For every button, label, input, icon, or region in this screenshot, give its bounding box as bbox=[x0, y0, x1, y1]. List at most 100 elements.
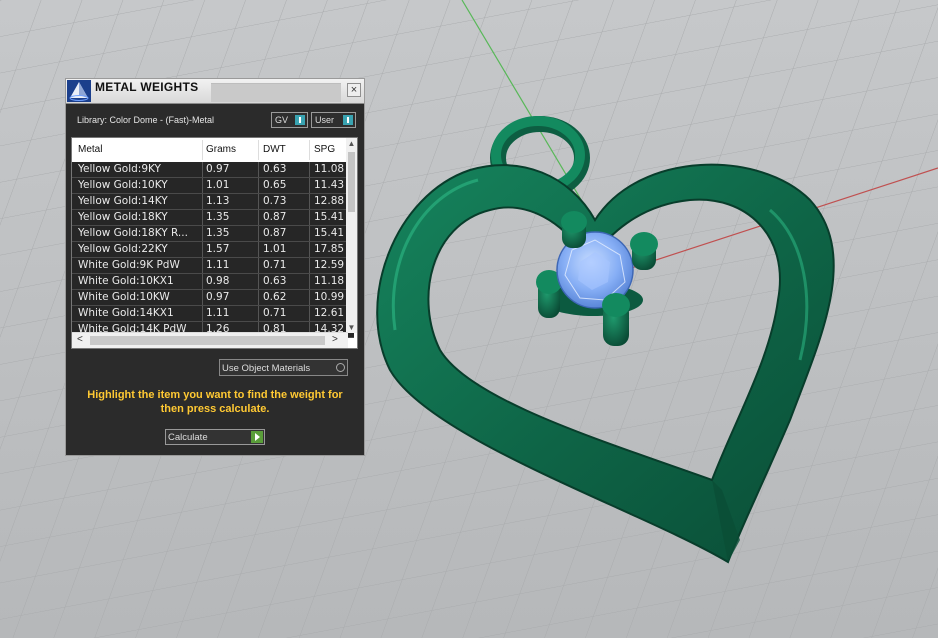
cell-grams: 1.35 bbox=[206, 227, 230, 239]
column-divider bbox=[202, 258, 203, 273]
column-divider bbox=[202, 274, 203, 289]
column-divider bbox=[202, 194, 203, 209]
table-header: Metal Grams DWT SPG bbox=[72, 138, 354, 163]
horizontal-scrollbar[interactable]: < > bbox=[72, 332, 348, 348]
cell-dwt: 1.01 bbox=[263, 243, 287, 255]
column-divider bbox=[258, 210, 259, 225]
cell-grams: 1.35 bbox=[206, 211, 230, 223]
column-divider bbox=[258, 306, 259, 321]
cell-grams: 1.13 bbox=[206, 195, 230, 207]
toggle-switch-icon bbox=[295, 115, 305, 125]
column-divider bbox=[202, 178, 203, 193]
cell-dwt: 0.71 bbox=[263, 259, 287, 271]
scroll-up-icon[interactable]: ▲ bbox=[346, 138, 357, 149]
cell-grams: 0.97 bbox=[206, 163, 230, 175]
play-arrow-icon bbox=[251, 431, 263, 443]
header-spg[interactable]: SPG bbox=[314, 144, 335, 155]
cell-metal: Yellow Gold:22KY bbox=[78, 243, 168, 255]
panel-titlebar[interactable]: METAL WEIGHTS × bbox=[66, 79, 364, 104]
column-divider bbox=[258, 258, 259, 273]
table-row[interactable]: White Gold:10KX1 0.98 0.63 11.18 bbox=[72, 274, 354, 290]
column-divider bbox=[309, 210, 310, 225]
table-row[interactable]: Yellow Gold:22KY 1.57 1.01 17.85 bbox=[72, 242, 354, 258]
vertical-scroll-thumb[interactable] bbox=[348, 152, 355, 212]
cell-grams: 0.98 bbox=[206, 275, 230, 287]
cell-metal: Yellow Gold:9KY bbox=[78, 163, 161, 175]
column-divider bbox=[258, 290, 259, 305]
column-divider bbox=[258, 242, 259, 257]
cell-metal: Yellow Gold:18KY bbox=[78, 211, 168, 223]
cell-dwt: 0.63 bbox=[263, 163, 287, 175]
cell-metal: White Gold:10KW bbox=[78, 291, 170, 303]
cell-metal: Yellow Gold:18KY R... bbox=[78, 227, 188, 239]
cell-dwt: 0.63 bbox=[263, 275, 287, 287]
table-row[interactable]: White Gold:14KX1 1.11 0.71 12.61 bbox=[72, 306, 354, 322]
header-grams[interactable]: Grams bbox=[206, 144, 236, 155]
3d-viewport[interactable]: METAL WEIGHTS × Library: Color Dome - (F… bbox=[0, 0, 938, 638]
gv-toggle[interactable]: GV bbox=[271, 112, 308, 128]
header-metal[interactable]: Metal bbox=[78, 144, 102, 155]
column-divider bbox=[309, 226, 310, 241]
column-divider bbox=[309, 178, 310, 193]
table-row[interactable]: Yellow Gold:9KY 0.97 0.63 11.08 bbox=[72, 162, 354, 178]
metal-weights-panel: METAL WEIGHTS × Library: Color Dome - (F… bbox=[65, 78, 365, 456]
cell-grams: 1.11 bbox=[206, 259, 230, 271]
scroll-right-icon[interactable]: > bbox=[332, 334, 338, 345]
table-row[interactable]: White Gold:9K PdW 1.11 0.71 12.59 bbox=[72, 258, 354, 274]
column-divider bbox=[258, 194, 259, 209]
user-toggle-label: User bbox=[315, 115, 335, 125]
gv-toggle-label: GV bbox=[275, 115, 289, 125]
column-divider bbox=[258, 162, 259, 177]
column-divider bbox=[309, 242, 310, 257]
table-row[interactable]: Yellow Gold:10KY 1.01 0.65 11.43 bbox=[72, 178, 354, 194]
cell-metal: White Gold:10KX1 bbox=[78, 275, 174, 287]
cell-metal: White Gold:9K PdW bbox=[78, 259, 180, 271]
column-divider bbox=[258, 178, 259, 193]
column-divider bbox=[202, 242, 203, 257]
column-divider bbox=[202, 210, 203, 225]
column-divider bbox=[202, 290, 203, 305]
cell-dwt: 0.73 bbox=[263, 195, 287, 207]
cell-dwt: 0.87 bbox=[263, 227, 287, 239]
column-divider bbox=[258, 226, 259, 241]
column-divider[interactable] bbox=[202, 140, 203, 160]
table-row[interactable]: Yellow Gold:14KY 1.13 0.73 12.88 bbox=[72, 194, 354, 210]
cell-metal: Yellow Gold:14KY bbox=[78, 195, 168, 207]
cell-dwt: 0.65 bbox=[263, 179, 287, 191]
table-row[interactable]: White Gold:10KW 0.97 0.62 10.99 bbox=[72, 290, 354, 306]
horizontal-scroll-thumb[interactable] bbox=[90, 336, 325, 345]
column-divider bbox=[309, 162, 310, 177]
column-divider bbox=[202, 306, 203, 321]
cell-metal: White Gold:14KX1 bbox=[78, 307, 174, 319]
calculate-label: Calculate bbox=[168, 432, 208, 443]
column-divider bbox=[202, 162, 203, 177]
instruction-text: Highlight the item you want to find the … bbox=[87, 389, 343, 415]
metal-weights-table: Metal Grams DWT SPG Yellow Gold:9KY 0.97 0… bbox=[71, 137, 358, 349]
scroll-left-icon[interactable]: < bbox=[77, 334, 83, 345]
panel-title: METAL WEIGHTS bbox=[95, 80, 199, 94]
table-row[interactable]: Yellow Gold:18KY 1.35 0.87 15.41 bbox=[72, 210, 354, 226]
cell-grams: 1.11 bbox=[206, 307, 230, 319]
column-divider bbox=[309, 306, 310, 321]
column-divider bbox=[309, 290, 310, 305]
user-toggle[interactable]: User bbox=[311, 112, 356, 128]
column-divider[interactable] bbox=[258, 140, 259, 160]
column-divider bbox=[309, 274, 310, 289]
column-divider bbox=[309, 258, 310, 273]
close-icon[interactable]: × bbox=[347, 83, 361, 97]
use-object-materials-toggle[interactable]: Use Object Materials bbox=[219, 359, 348, 376]
column-divider bbox=[309, 194, 310, 209]
column-divider[interactable] bbox=[309, 140, 310, 160]
header-dwt[interactable]: DWT bbox=[263, 144, 286, 155]
cell-dwt: 0.87 bbox=[263, 211, 287, 223]
cell-dwt: 0.71 bbox=[263, 307, 287, 319]
cell-grams: 1.57 bbox=[206, 243, 230, 255]
radio-icon bbox=[336, 363, 345, 372]
titlebar-drag-area bbox=[211, 83, 341, 102]
cell-grams: 0.97 bbox=[206, 291, 230, 303]
table-row[interactable]: Yellow Gold:18KY R... 1.35 0.87 15.41 bbox=[72, 226, 354, 242]
column-divider bbox=[258, 274, 259, 289]
use-object-materials-label: Use Object Materials bbox=[222, 363, 311, 374]
calculate-button[interactable]: Calculate bbox=[165, 429, 265, 445]
vertical-scrollbar[interactable]: ▲ ▼ bbox=[346, 138, 357, 333]
